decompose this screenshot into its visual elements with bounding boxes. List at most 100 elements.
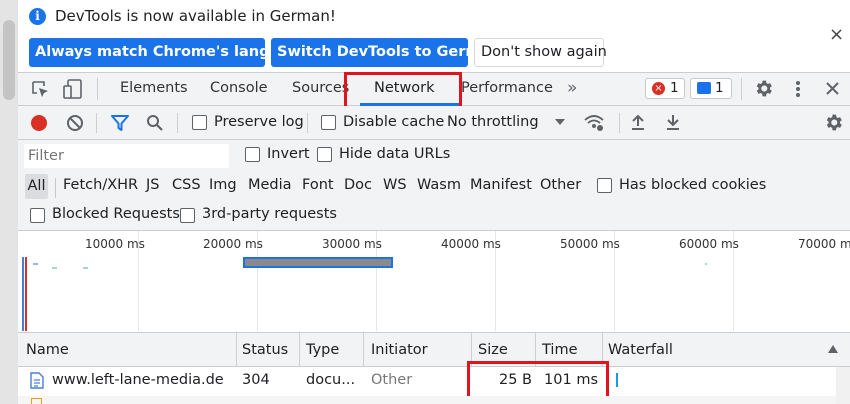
request-type: docu... [306, 372, 356, 388]
column-waterfall[interactable]: Waterfall [608, 342, 673, 358]
request-table-header [18, 332, 850, 367]
switch-to-german-button[interactable]: Switch DevTools to German [271, 38, 501, 67]
filter-type-wasm[interactable]: Wasm [417, 177, 461, 193]
messages-count: 1 [715, 80, 724, 96]
left-scrollbar[interactable] [0, 0, 18, 404]
preserve-log-label: Preserve log [214, 114, 304, 130]
timeline-tick-label: 40000 ms [441, 237, 501, 251]
dom-content-loaded-marker [22, 257, 24, 331]
filter-type-img[interactable]: Img [209, 177, 237, 193]
disable-cache-label: Disable cache [343, 114, 445, 130]
toolbar-separator [619, 113, 620, 133]
timeline-tick-label: 10000 ms [85, 237, 145, 251]
column-type[interactable]: Type [306, 342, 339, 358]
network-conditions-icon[interactable] [583, 112, 605, 132]
preserve-log-checkbox[interactable] [192, 115, 207, 130]
more-tabs-icon[interactable]: » [567, 78, 577, 98]
timeline-tick-label: 30000 ms [322, 237, 382, 251]
filter-type-all[interactable]: All [25, 174, 48, 199]
filter-icon[interactable] [110, 114, 130, 132]
sort-ascending-icon[interactable] [828, 345, 838, 353]
import-har-icon[interactable] [630, 113, 646, 131]
has-blocked-cookies-label: Has blocked cookies [619, 177, 767, 193]
table-row[interactable] [18, 396, 850, 404]
timeline-request-mark [33, 263, 38, 265]
filter-type-js[interactable]: JS [146, 177, 159, 193]
toolbar-separator [177, 113, 178, 133]
filter-type-media[interactable]: Media [248, 177, 292, 193]
timeline-tick-label: 50000 ms [560, 237, 620, 251]
close-icon[interactable]: × [829, 24, 844, 45]
column-initiator[interactable]: Initiator [371, 342, 428, 358]
messages-badge[interactable]: 1 [690, 78, 732, 99]
infobar-message: DevTools is now available in German! [55, 7, 336, 25]
script-file-icon [31, 398, 42, 404]
filter-type-ws[interactable]: WS [383, 177, 407, 193]
size-time-highlight [467, 361, 609, 399]
invert-label: Invert [267, 146, 310, 162]
type-separator [55, 178, 56, 198]
filter-type-css[interactable]: CSS [172, 177, 201, 193]
errors-count: 1 [670, 80, 679, 96]
toolbar-separator [96, 113, 97, 133]
column-time[interactable]: Time [542, 342, 578, 358]
load-event-marker [25, 257, 27, 331]
errors-badge[interactable]: × 1 [645, 78, 685, 99]
filter-type-fetch-xhr[interactable]: Fetch/XHR [63, 177, 138, 193]
tab-performance[interactable]: Performance [461, 80, 553, 96]
third-party-label: 3rd-party requests [202, 206, 337, 222]
always-match-language-button[interactable]: Always match Chrome's language [29, 38, 310, 67]
search-icon[interactable] [146, 114, 164, 132]
request-status: 304 [242, 372, 270, 388]
has-blocked-cookies-checkbox[interactable] [597, 178, 612, 193]
timeline-tick-label: 70000 ms [798, 237, 850, 251]
timeline-selection-bar [243, 257, 393, 268]
record-icon[interactable] [31, 115, 47, 131]
tab-separator [97, 78, 98, 100]
settings-gear-icon[interactable] [753, 78, 774, 99]
invert-checkbox[interactable] [245, 147, 260, 162]
network-settings-gear-icon[interactable] [823, 112, 844, 133]
disable-cache-checkbox[interactable] [321, 115, 336, 130]
more-options-icon[interactable] [793, 79, 803, 99]
tab-sources[interactable]: Sources [292, 80, 349, 96]
tab-console[interactable]: Console [210, 80, 268, 96]
table-scrollbar[interactable] [836, 367, 850, 404]
info-icon: i [29, 8, 46, 25]
error-icon: × [652, 82, 665, 95]
waterfall-bar [616, 373, 618, 387]
filter-type-other[interactable]: Other [540, 177, 581, 193]
request-name[interactable]: www.left-lane-media.de [52, 372, 224, 388]
export-har-icon[interactable] [665, 113, 681, 131]
device-toolbar-icon[interactable] [62, 78, 84, 100]
blocked-requests-checkbox[interactable] [30, 208, 45, 223]
inspect-element-icon[interactable] [30, 79, 50, 99]
column-size[interactable]: Size [478, 342, 508, 358]
timeline-tick-label: 20000 ms [203, 237, 263, 251]
timeline-request-mark [52, 267, 57, 269]
throttling-select[interactable]: No throttling [447, 114, 539, 130]
blocked-requests-label: Blocked Requests [52, 206, 180, 222]
filter-type-doc[interactable]: Doc [344, 177, 372, 193]
hide-data-urls-checkbox[interactable] [317, 147, 332, 162]
timeline-request-mark [83, 267, 88, 269]
timeline-tick-label: 60000 ms [679, 237, 739, 251]
filter-type-manifest[interactable]: Manifest [470, 177, 532, 193]
column-status[interactable]: Status [242, 342, 288, 358]
chevron-down-icon[interactable] [555, 119, 565, 125]
toolbar-separator [307, 113, 308, 133]
document-icon [30, 372, 44, 389]
message-icon [697, 82, 711, 94]
third-party-checkbox[interactable] [180, 208, 195, 223]
column-name[interactable]: Name [26, 342, 69, 358]
close-devtools-icon[interactable] [825, 81, 840, 96]
filter-input[interactable]: Filter [24, 144, 229, 168]
tab-separator [741, 78, 742, 100]
dont-show-again-button[interactable]: Don't show again [474, 38, 607, 67]
filter-type-font[interactable]: Font [302, 177, 334, 193]
hide-data-urls-label: Hide data URLs [339, 146, 451, 162]
request-initiator: Other [371, 372, 413, 388]
timeline-request-mark [705, 263, 707, 265]
tab-elements[interactable]: Elements [120, 80, 188, 96]
clear-icon[interactable] [66, 114, 84, 132]
